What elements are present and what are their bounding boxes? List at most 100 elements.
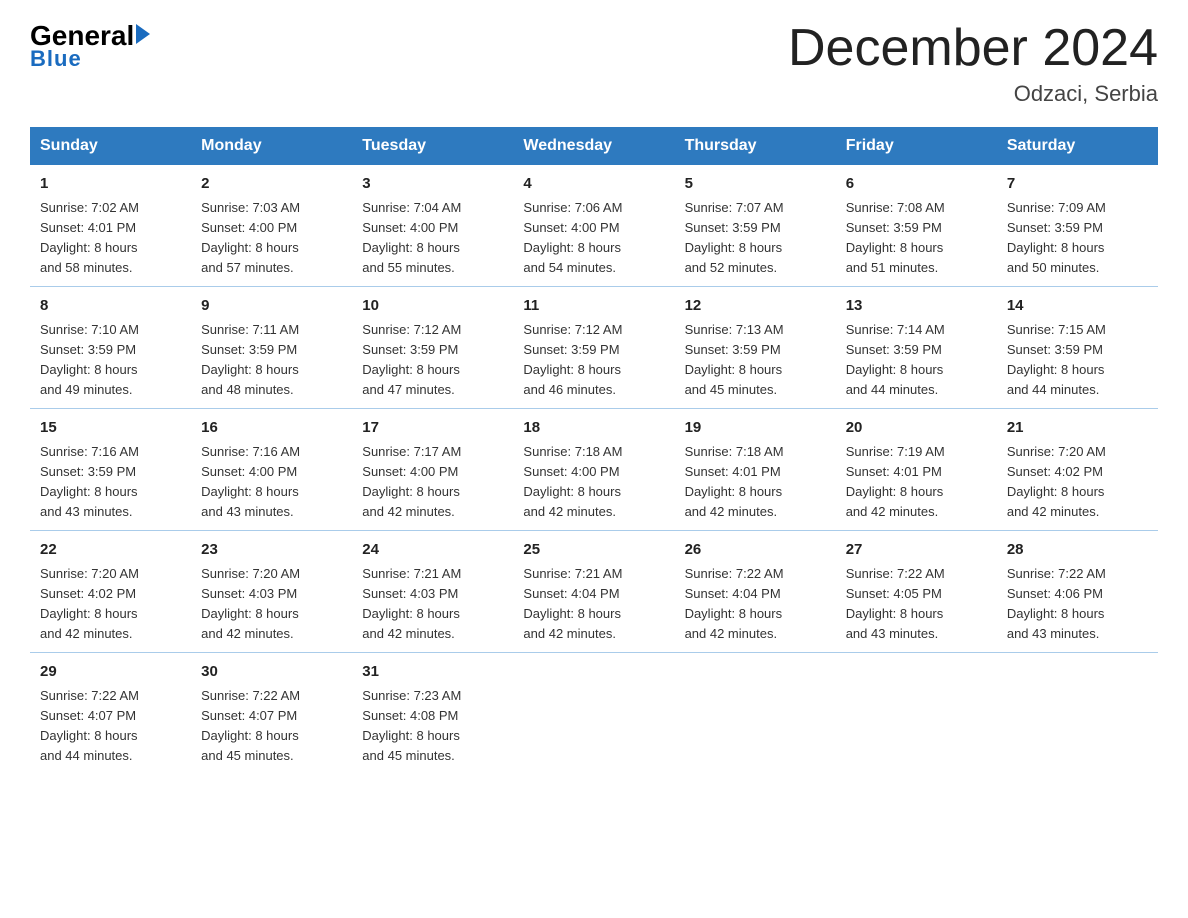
day-info: Sunrise: 7:23 AM Sunset: 4:08 PM Dayligh… — [362, 686, 503, 767]
table-row — [836, 653, 997, 775]
day-number: 1 — [40, 173, 181, 196]
table-row: 17Sunrise: 7:17 AM Sunset: 4:00 PM Dayli… — [352, 409, 513, 531]
day-number: 13 — [846, 295, 987, 318]
day-number: 29 — [40, 661, 181, 684]
day-number: 18 — [523, 417, 664, 440]
day-info: Sunrise: 7:20 AM Sunset: 4:03 PM Dayligh… — [201, 564, 342, 645]
day-info: Sunrise: 7:18 AM Sunset: 4:01 PM Dayligh… — [685, 442, 826, 523]
day-info: Sunrise: 7:20 AM Sunset: 4:02 PM Dayligh… — [1007, 442, 1148, 523]
day-number: 8 — [40, 295, 181, 318]
table-row: 25Sunrise: 7:21 AM Sunset: 4:04 PM Dayli… — [513, 531, 674, 653]
day-info: Sunrise: 7:21 AM Sunset: 4:04 PM Dayligh… — [523, 564, 664, 645]
page-header: General Blue December 2024 Odzaci, Serbi… — [30, 20, 1158, 107]
header-wednesday: Wednesday — [513, 127, 674, 165]
day-info: Sunrise: 7:22 AM Sunset: 4:07 PM Dayligh… — [40, 686, 181, 767]
day-info: Sunrise: 7:22 AM Sunset: 4:05 PM Dayligh… — [846, 564, 987, 645]
day-number: 11 — [523, 295, 664, 318]
header-friday: Friday — [836, 127, 997, 165]
table-row — [997, 653, 1158, 775]
table-row: 4Sunrise: 7:06 AM Sunset: 4:00 PM Daylig… — [513, 165, 674, 287]
day-info: Sunrise: 7:19 AM Sunset: 4:01 PM Dayligh… — [846, 442, 987, 523]
day-number: 2 — [201, 173, 342, 196]
header-sunday: Sunday — [30, 127, 191, 165]
day-info: Sunrise: 7:08 AM Sunset: 3:59 PM Dayligh… — [846, 198, 987, 279]
table-row: 20Sunrise: 7:19 AM Sunset: 4:01 PM Dayli… — [836, 409, 997, 531]
table-row: 28Sunrise: 7:22 AM Sunset: 4:06 PM Dayli… — [997, 531, 1158, 653]
table-row: 7Sunrise: 7:09 AM Sunset: 3:59 PM Daylig… — [997, 165, 1158, 287]
table-row: 16Sunrise: 7:16 AM Sunset: 4:00 PM Dayli… — [191, 409, 352, 531]
table-row: 3Sunrise: 7:04 AM Sunset: 4:00 PM Daylig… — [352, 165, 513, 287]
table-row: 30Sunrise: 7:22 AM Sunset: 4:07 PM Dayli… — [191, 653, 352, 775]
table-row: 2Sunrise: 7:03 AM Sunset: 4:00 PM Daylig… — [191, 165, 352, 287]
logo-arrow-icon — [136, 24, 150, 44]
day-info: Sunrise: 7:16 AM Sunset: 3:59 PM Dayligh… — [40, 442, 181, 523]
header-row: Sunday Monday Tuesday Wednesday Thursday… — [30, 127, 1158, 165]
table-row — [675, 653, 836, 775]
day-number: 17 — [362, 417, 503, 440]
day-info: Sunrise: 7:17 AM Sunset: 4:00 PM Dayligh… — [362, 442, 503, 523]
logo: General Blue — [30, 20, 150, 72]
table-row: 15Sunrise: 7:16 AM Sunset: 3:59 PM Dayli… — [30, 409, 191, 531]
table-row: 22Sunrise: 7:20 AM Sunset: 4:02 PM Dayli… — [30, 531, 191, 653]
day-number: 16 — [201, 417, 342, 440]
day-info: Sunrise: 7:11 AM Sunset: 3:59 PM Dayligh… — [201, 320, 342, 401]
table-row: 1Sunrise: 7:02 AM Sunset: 4:01 PM Daylig… — [30, 165, 191, 287]
table-row: 31Sunrise: 7:23 AM Sunset: 4:08 PM Dayli… — [352, 653, 513, 775]
day-number: 28 — [1007, 539, 1148, 562]
day-number: 4 — [523, 173, 664, 196]
day-number: 3 — [362, 173, 503, 196]
calendar-table: Sunday Monday Tuesday Wednesday Thursday… — [30, 127, 1158, 774]
day-info: Sunrise: 7:03 AM Sunset: 4:00 PM Dayligh… — [201, 198, 342, 279]
day-number: 15 — [40, 417, 181, 440]
day-number: 23 — [201, 539, 342, 562]
table-row: 12Sunrise: 7:13 AM Sunset: 3:59 PM Dayli… — [675, 287, 836, 409]
day-info: Sunrise: 7:22 AM Sunset: 4:04 PM Dayligh… — [685, 564, 826, 645]
day-number: 21 — [1007, 417, 1148, 440]
day-info: Sunrise: 7:20 AM Sunset: 4:02 PM Dayligh… — [40, 564, 181, 645]
day-info: Sunrise: 7:18 AM Sunset: 4:00 PM Dayligh… — [523, 442, 664, 523]
calendar-row: 8Sunrise: 7:10 AM Sunset: 3:59 PM Daylig… — [30, 287, 1158, 409]
day-number: 25 — [523, 539, 664, 562]
day-number: 26 — [685, 539, 826, 562]
day-info: Sunrise: 7:12 AM Sunset: 3:59 PM Dayligh… — [523, 320, 664, 401]
day-number: 6 — [846, 173, 987, 196]
day-number: 24 — [362, 539, 503, 562]
calendar-row: 29Sunrise: 7:22 AM Sunset: 4:07 PM Dayli… — [30, 653, 1158, 775]
day-number: 30 — [201, 661, 342, 684]
day-info: Sunrise: 7:06 AM Sunset: 4:00 PM Dayligh… — [523, 198, 664, 279]
table-row: 11Sunrise: 7:12 AM Sunset: 3:59 PM Dayli… — [513, 287, 674, 409]
table-row: 5Sunrise: 7:07 AM Sunset: 3:59 PM Daylig… — [675, 165, 836, 287]
day-number: 22 — [40, 539, 181, 562]
table-row: 29Sunrise: 7:22 AM Sunset: 4:07 PM Dayli… — [30, 653, 191, 775]
location-subtitle: Odzaci, Serbia — [788, 81, 1158, 107]
table-row: 9Sunrise: 7:11 AM Sunset: 3:59 PM Daylig… — [191, 287, 352, 409]
day-info: Sunrise: 7:09 AM Sunset: 3:59 PM Dayligh… — [1007, 198, 1148, 279]
header-thursday: Thursday — [675, 127, 836, 165]
day-info: Sunrise: 7:07 AM Sunset: 3:59 PM Dayligh… — [685, 198, 826, 279]
day-number: 12 — [685, 295, 826, 318]
day-info: Sunrise: 7:15 AM Sunset: 3:59 PM Dayligh… — [1007, 320, 1148, 401]
calendar-row: 22Sunrise: 7:20 AM Sunset: 4:02 PM Dayli… — [30, 531, 1158, 653]
day-number: 9 — [201, 295, 342, 318]
day-info: Sunrise: 7:22 AM Sunset: 4:07 PM Dayligh… — [201, 686, 342, 767]
day-info: Sunrise: 7:10 AM Sunset: 3:59 PM Dayligh… — [40, 320, 181, 401]
day-number: 14 — [1007, 295, 1148, 318]
day-info: Sunrise: 7:02 AM Sunset: 4:01 PM Dayligh… — [40, 198, 181, 279]
day-number: 20 — [846, 417, 987, 440]
calendar-row: 15Sunrise: 7:16 AM Sunset: 3:59 PM Dayli… — [30, 409, 1158, 531]
day-number: 10 — [362, 295, 503, 318]
table-row: 13Sunrise: 7:14 AM Sunset: 3:59 PM Dayli… — [836, 287, 997, 409]
table-row: 23Sunrise: 7:20 AM Sunset: 4:03 PM Dayli… — [191, 531, 352, 653]
day-info: Sunrise: 7:21 AM Sunset: 4:03 PM Dayligh… — [362, 564, 503, 645]
table-row: 18Sunrise: 7:18 AM Sunset: 4:00 PM Dayli… — [513, 409, 674, 531]
table-row: 27Sunrise: 7:22 AM Sunset: 4:05 PM Dayli… — [836, 531, 997, 653]
day-number: 5 — [685, 173, 826, 196]
day-info: Sunrise: 7:12 AM Sunset: 3:59 PM Dayligh… — [362, 320, 503, 401]
day-info: Sunrise: 7:04 AM Sunset: 4:00 PM Dayligh… — [362, 198, 503, 279]
day-number: 19 — [685, 417, 826, 440]
table-row — [513, 653, 674, 775]
day-info: Sunrise: 7:14 AM Sunset: 3:59 PM Dayligh… — [846, 320, 987, 401]
day-info: Sunrise: 7:16 AM Sunset: 4:00 PM Dayligh… — [201, 442, 342, 523]
table-row: 8Sunrise: 7:10 AM Sunset: 3:59 PM Daylig… — [30, 287, 191, 409]
table-row: 19Sunrise: 7:18 AM Sunset: 4:01 PM Dayli… — [675, 409, 836, 531]
